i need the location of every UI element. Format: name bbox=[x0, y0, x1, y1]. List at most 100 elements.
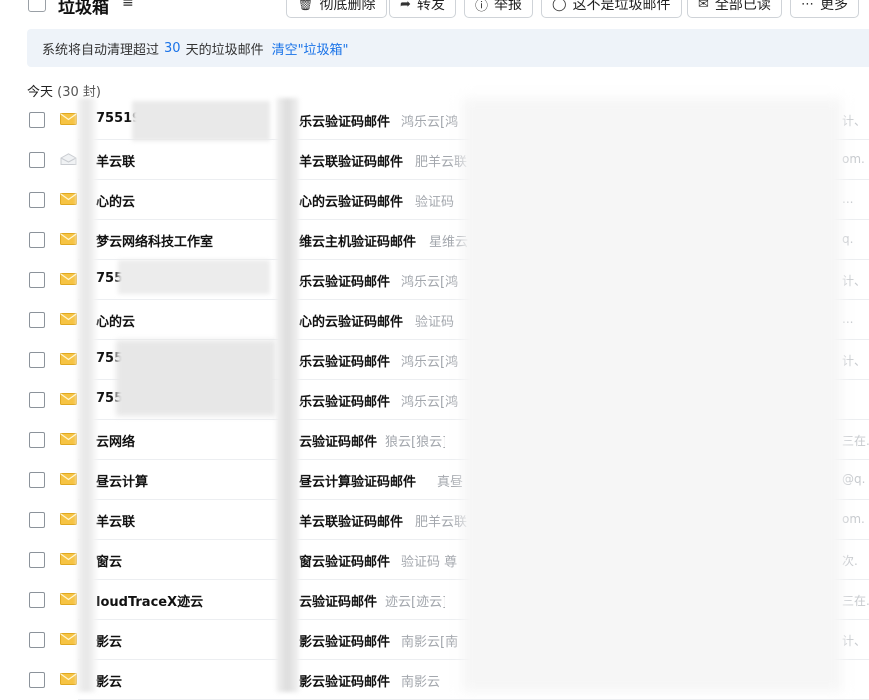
warning-icon: ⓘ bbox=[475, 0, 489, 14]
email-preview: 迹云[迹云]收 bbox=[385, 595, 445, 610]
email-row[interactable]: 云网络 云验证码邮件狼云[狼云]收 三在. bbox=[0, 420, 869, 460]
row-checkbox[interactable] bbox=[29, 312, 45, 328]
email-row[interactable]: 755 乐云验证码邮件 鸿乐云[鸿 bbox=[0, 380, 869, 420]
row-checkbox[interactable] bbox=[29, 392, 45, 408]
row-checkbox[interactable] bbox=[29, 672, 45, 688]
forward-label: 转发 bbox=[416, 0, 445, 13]
envelope-icon bbox=[60, 193, 77, 205]
row-checkbox[interactable] bbox=[29, 592, 45, 608]
delete-permanently-label: 彻底删除 bbox=[319, 0, 376, 13]
email-subject: 乐云验证码邮件 bbox=[299, 355, 391, 370]
email-preview: 鸿乐云[鸿 bbox=[401, 395, 459, 410]
envelope-icon bbox=[60, 633, 77, 645]
mark-all-read-label: 全部已读 bbox=[714, 0, 771, 13]
email-sender: 心的云 bbox=[96, 195, 136, 210]
email-preview: 验证码 尊 bbox=[401, 555, 458, 570]
row-checkbox[interactable] bbox=[29, 192, 45, 208]
row-checkbox[interactable] bbox=[29, 552, 45, 568]
email-subject: 心的云验证码邮件 bbox=[299, 195, 404, 210]
email-sender: 云网络 bbox=[96, 435, 136, 450]
mark-all-read-button[interactable]: ✉ 全部已读 bbox=[687, 0, 782, 18]
email-preview-tail: ... bbox=[842, 192, 854, 206]
envelope-icon bbox=[60, 673, 77, 685]
row-checkbox[interactable] bbox=[29, 272, 45, 288]
auto-clean-banner: 系统将自动清理超过 30 天的垃圾邮件 清空"垃圾箱" bbox=[27, 29, 869, 67]
clear-spam-link[interactable]: 清空"垃圾箱" bbox=[272, 39, 349, 58]
email-row[interactable]: 羊云联 羊云联验证码邮件 肥羊云联 om. bbox=[0, 500, 869, 540]
email-row[interactable]: 75519 乐云验证码邮件 鸿乐云[鸿 计、 bbox=[0, 100, 869, 140]
row-checkbox[interactable] bbox=[29, 232, 45, 248]
forward-button[interactable]: ➦ 转发 bbox=[389, 0, 456, 18]
email-preview: 狼云[狼云]收 bbox=[385, 435, 445, 450]
group-label: 今天 bbox=[27, 85, 54, 100]
more-label: 更多 bbox=[820, 0, 848, 13]
more-dots-icon: ⋯ bbox=[801, 0, 814, 12]
group-count: (30 封) bbox=[57, 85, 101, 100]
envelope-icon bbox=[60, 233, 77, 245]
email-subject: 维云主机验证码邮件 bbox=[299, 235, 417, 250]
report-button[interactable]: ⓘ 举报 bbox=[464, 0, 534, 18]
email-sender: 羊云联 bbox=[96, 155, 136, 170]
email-sender: 昼云计算 bbox=[96, 475, 149, 490]
email-subject: 乐云验证码邮件 bbox=[299, 275, 391, 290]
email-row[interactable]: 心的云 心的云验证码邮件 验证码... bbox=[0, 180, 869, 220]
email-preview: 鸿乐云[鸿 bbox=[401, 115, 459, 130]
email-preview-tail: 计、 bbox=[842, 354, 867, 368]
not-spam-label: 这不是垃圾邮件 bbox=[572, 0, 671, 13]
envelope-open-icon: ✉ bbox=[698, 0, 709, 12]
email-row[interactable]: 影云 影云验证码邮件 南影云[南 计、 bbox=[0, 620, 869, 660]
email-subject: 羊云联验证码邮件 bbox=[299, 515, 404, 530]
more-button[interactable]: ⋯ 更多 bbox=[790, 0, 859, 18]
row-checkbox[interactable] bbox=[29, 352, 45, 368]
envelope-icon bbox=[60, 273, 77, 285]
email-subject: 云验证码邮件 bbox=[299, 435, 378, 450]
email-sender: 影云 bbox=[96, 635, 123, 650]
email-row[interactable]: 755 乐云验证码邮件 鸿乐云[鸿 计、 bbox=[0, 260, 869, 300]
delete-permanently-button[interactable]: 🗑 彻底删除 bbox=[286, 0, 387, 18]
row-checkbox[interactable] bbox=[29, 512, 45, 528]
email-row[interactable]: 755 乐云验证码邮件 鸿乐云[鸿 计、 bbox=[0, 340, 869, 380]
email-preview: 验证码 bbox=[415, 195, 455, 210]
email-sender: 755 bbox=[96, 271, 124, 286]
email-row[interactable]: 心的云 心的云验证码邮件 验证码... bbox=[0, 300, 869, 340]
envelope-icon bbox=[60, 113, 77, 125]
row-checkbox[interactable] bbox=[29, 432, 45, 448]
email-preview: 南影云 bbox=[401, 675, 441, 690]
row-checkbox[interactable] bbox=[29, 112, 45, 128]
email-row[interactable]: 昼云计算 昼云计算验证码邮件 真昼 @q. bbox=[0, 460, 869, 500]
group-header-today: 今天 (30 封) bbox=[27, 81, 101, 100]
envelope-icon bbox=[60, 393, 77, 405]
envelope-icon bbox=[60, 433, 77, 445]
email-preview-tail: 次. bbox=[842, 554, 858, 568]
email-preview: 南影云[南 bbox=[401, 635, 459, 650]
email-preview-tail: 三在. bbox=[842, 434, 869, 448]
email-preview-tail: 计、 bbox=[842, 114, 867, 128]
row-checkbox[interactable] bbox=[29, 472, 45, 488]
email-preview: 星维云 bbox=[429, 235, 469, 250]
forward-arrow-icon: ➦ bbox=[400, 0, 411, 12]
email-subject: 羊云联验证码邮件 bbox=[299, 155, 404, 170]
email-row[interactable]: 影云 影云验证码邮件 南影云 bbox=[0, 660, 869, 700]
email-subject: 影云验证码邮件 bbox=[299, 675, 391, 690]
email-preview-tail: om. bbox=[842, 152, 865, 166]
email-row[interactable]: 羊云联 羊云联验证码邮件 肥羊云联 om. bbox=[0, 140, 869, 180]
row-checkbox[interactable] bbox=[29, 632, 45, 648]
email-subject: 云验证码邮件 bbox=[299, 595, 378, 610]
email-preview: 肥羊云联 bbox=[415, 155, 468, 170]
email-preview-tail: om. bbox=[842, 512, 865, 526]
row-checkbox[interactable] bbox=[29, 152, 45, 168]
email-subject: 窗云验证码邮件 bbox=[299, 555, 391, 570]
email-sender: 心的云 bbox=[96, 315, 136, 330]
email-sender: loudTraceX迹云 bbox=[96, 595, 204, 610]
email-preview-tail: 三在. bbox=[842, 594, 869, 608]
envelope-open-icon bbox=[60, 153, 77, 165]
not-spam-button[interactable]: ◯ 这不是垃圾邮件 bbox=[541, 0, 682, 18]
sort-lines-icon[interactable]: ≡ bbox=[122, 0, 134, 11]
banner-days: 30 bbox=[164, 40, 181, 56]
email-row[interactable]: loudTraceX迹云 云验证码邮件迹云[迹云]收 三在. bbox=[0, 580, 869, 620]
email-sender: 窗云 bbox=[96, 555, 123, 570]
email-preview-tail: @q. bbox=[842, 472, 866, 486]
select-all-checkbox[interactable] bbox=[28, 0, 46, 12]
email-row[interactable]: 梦云网络科技工作室 维云主机验证码邮件 星维云 q. bbox=[0, 220, 869, 260]
email-row[interactable]: 窗云 窗云验证码邮件 验证码 尊 次. bbox=[0, 540, 869, 580]
